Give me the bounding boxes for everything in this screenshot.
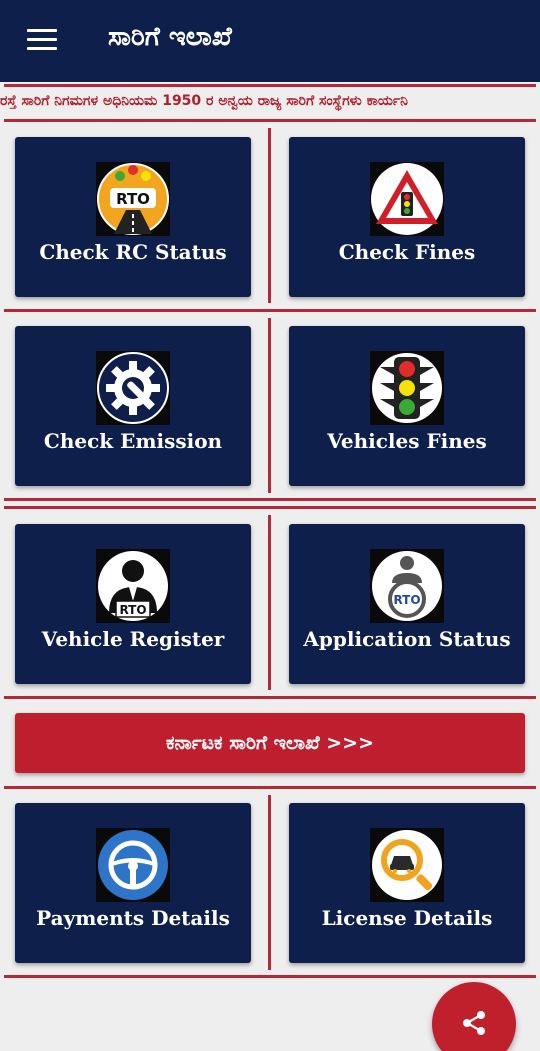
card-label: Check RC Status — [39, 240, 227, 264]
card-label: Check Emission — [43, 429, 223, 453]
steering-wheel-icon — [96, 828, 170, 902]
svg-text:RTO: RTO — [116, 190, 150, 208]
svg-text:RTO: RTO — [393, 593, 420, 607]
row-divider — [4, 498, 536, 501]
column-divider — [268, 795, 271, 970]
karnataka-transport-department-button[interactable]: ಕರ್ನಾಟಕ ಸಾರಿಗೆ ಇಲಾಖೆ >>> — [15, 713, 525, 773]
card-label: License Details — [321, 906, 493, 930]
application-status-card[interactable]: RTO Application Status — [289, 524, 525, 684]
hamburger-menu-icon[interactable] — [27, 29, 57, 51]
app-bar: ಸಾರಿಗೆ ಇಲಾಖೆ — [0, 0, 540, 82]
traffic-light-icon — [370, 351, 444, 425]
share-button[interactable] — [432, 982, 516, 1051]
rto-road-icon: RTO — [96, 162, 170, 236]
share-icon — [463, 1011, 485, 1035]
gear-wrench-icon — [96, 351, 170, 425]
vehicle-register-card[interactable]: RTO Vehicle Register — [15, 524, 251, 684]
column-divider — [268, 515, 271, 690]
card-label: Vehicles Fines — [327, 429, 487, 453]
marquee-text: ರಸ್ತೆ ಸಾರಿಗೆ ನಿಗಮಗಳ ಅಧಿನಿಯಮ 1950 ರ ಅನ್ವಯ… — [0, 93, 408, 109]
payments-details-card[interactable]: Payments Details — [15, 803, 251, 963]
marquee-bottom-divider — [4, 119, 536, 122]
card-label: Vehicle Register — [41, 627, 225, 651]
row-divider — [4, 975, 536, 978]
marquee-top-divider — [4, 84, 536, 87]
license-details-card[interactable]: License Details — [289, 803, 525, 963]
row-divider — [4, 786, 536, 789]
card-label: Payments Details — [36, 906, 230, 930]
card-label: Check Fines — [338, 240, 476, 264]
check-emission-card[interactable]: Check Emission — [15, 326, 251, 486]
svg-text:RTO: RTO — [119, 603, 146, 617]
car-search-icon — [370, 828, 444, 902]
column-divider — [268, 128, 271, 303]
page-title: ಸಾರಿಗೆ ಇಲಾಖೆ — [108, 22, 232, 52]
rto-user-badge-icon: RTO — [370, 549, 444, 623]
row-divider — [4, 696, 536, 699]
row-divider — [4, 506, 536, 509]
check-rc-status-card[interactable]: RTO Check RC Status — [15, 137, 251, 297]
check-fines-card[interactable]: Check Fines — [289, 137, 525, 297]
vehicles-fines-card[interactable]: Vehicles Fines — [289, 326, 525, 486]
row-divider — [4, 309, 536, 312]
column-divider — [268, 318, 271, 493]
marquee-strip: ರಸ್ತೆ ಸಾರಿಗೆ ನಿಗಮಗಳ ಅಧಿನಿಯಮ 1950 ರ ಅನ್ವಯ… — [0, 82, 540, 124]
card-label: Application Status — [303, 627, 511, 651]
rto-officer-icon: RTO — [96, 549, 170, 623]
traffic-warning-sign-icon — [370, 162, 444, 236]
